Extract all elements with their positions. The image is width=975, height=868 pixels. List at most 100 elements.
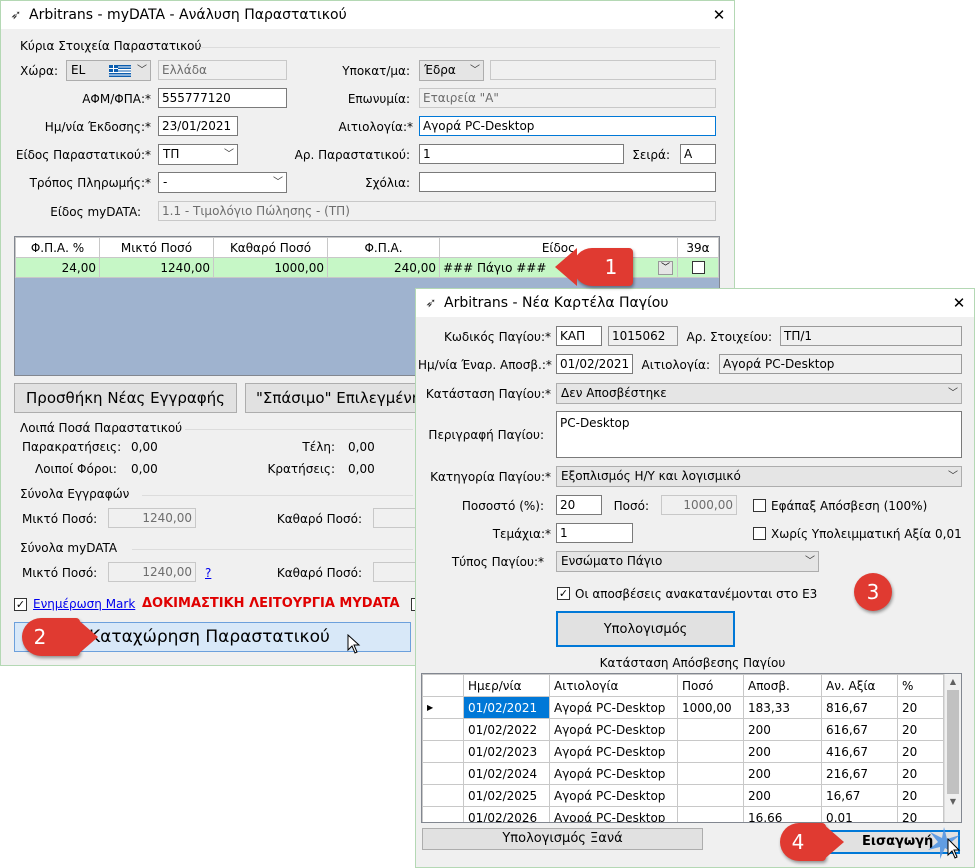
table-cell[interactable]: Αγορά PC-Desktop bbox=[549, 696, 678, 719]
asset-qty-input[interactable]: 1 bbox=[556, 523, 633, 543]
chevron-down-icon[interactable]: ﹀ bbox=[658, 261, 673, 275]
calculate-button[interactable]: Υπολογισμός bbox=[556, 611, 735, 647]
issue-date-input[interactable]: 23/01/2021 bbox=[158, 116, 238, 136]
net-label: Καθαρό Ποσό: bbox=[276, 512, 362, 526]
recalculate-button[interactable]: Υπολογισμός Ξανά bbox=[422, 828, 703, 850]
table-cell[interactable]: 200 bbox=[743, 718, 822, 741]
schedule-header[interactable]: Αν. Αξία bbox=[821, 674, 898, 697]
table-cell[interactable]: Αγορά PC-Desktop bbox=[549, 784, 678, 807]
table-row[interactable]: ▶ 01/02/2021 Αγορά PC-Desktop 1000,00 18… bbox=[422, 696, 944, 719]
table-cell[interactable]: 20 bbox=[897, 784, 944, 807]
scroll-up-icon[interactable]: ▲ bbox=[945, 674, 961, 690]
payment-select[interactable]: - ﹀ bbox=[158, 172, 287, 193]
asset-start-input[interactable]: 01/02/2021 bbox=[556, 354, 633, 374]
close-icon[interactable]: ✕ bbox=[944, 294, 974, 312]
table-cell[interactable]: 1000,00 bbox=[677, 696, 744, 719]
table-row[interactable]: 01/02/2026 Αγορά PC-Desktop 16,66 0,01 2… bbox=[422, 806, 944, 822]
grid-header[interactable]: Φ.Π.Α. bbox=[327, 237, 440, 258]
table-cell[interactable]: 01/02/2021 bbox=[463, 696, 550, 719]
asset-percent-input[interactable]: 20 bbox=[556, 495, 602, 515]
net-field-mydata bbox=[373, 562, 418, 582]
schedule-header[interactable]: Αιτιολογία bbox=[549, 674, 678, 697]
table-cell[interactable]: 16,67 bbox=[821, 784, 898, 807]
table-cell[interactable]: 01/02/2024 bbox=[463, 762, 550, 785]
table-cell[interactable] bbox=[677, 806, 744, 822]
table-row[interactable]: 01/02/2025 Αγορά PC-Desktop 200 16,67 20 bbox=[422, 784, 944, 807]
grid-header[interactable]: Φ.Π.Α. % bbox=[15, 237, 100, 258]
table-cell[interactable]: 20 bbox=[897, 718, 944, 741]
table-cell[interactable]: 616,67 bbox=[821, 718, 898, 741]
table-cell[interactable]: 183,33 bbox=[743, 696, 822, 719]
table-cell[interactable]: 01/02/2025 bbox=[463, 784, 550, 807]
checkbox-39a[interactable] bbox=[691, 260, 705, 274]
table-row[interactable]: 01/02/2022 Αγορά PC-Desktop 200 616,67 2… bbox=[422, 718, 944, 741]
table-cell[interactable]: 0,01 bbox=[821, 806, 898, 822]
table-cell[interactable]: 01/02/2026 bbox=[463, 806, 550, 822]
table-cell[interactable]: 01/02/2023 bbox=[463, 740, 550, 763]
table-cell[interactable]: 200 bbox=[743, 784, 822, 807]
table-cell[interactable]: 416,67 bbox=[821, 740, 898, 763]
table-cell[interactable]: 20 bbox=[897, 762, 944, 785]
grid-header[interactable]: Μικτό Ποσό bbox=[99, 237, 214, 258]
asset-desc-textarea[interactable]: PC-Desktop bbox=[556, 411, 962, 458]
table-cell[interactable]: 20 bbox=[897, 740, 944, 763]
table-row[interactable]: 01/02/2023 Αγορά PC-Desktop 200 416,67 2… bbox=[422, 740, 944, 763]
table-cell[interactable]: 20 bbox=[897, 806, 944, 822]
table-cell[interactable]: 16,66 bbox=[743, 806, 822, 822]
grid-cell[interactable]: 1000,00 bbox=[213, 257, 328, 278]
table-cell[interactable]: 216,67 bbox=[821, 762, 898, 785]
docnum-input[interactable]: 1 bbox=[419, 144, 624, 164]
table-cell[interactable]: 200 bbox=[743, 762, 822, 785]
add-row-button[interactable]: Προσθήκη Νέας Εγγραφής bbox=[14, 383, 237, 413]
table-cell[interactable]: 20 bbox=[897, 696, 944, 719]
schedule-header[interactable]: Ποσό bbox=[677, 674, 744, 697]
grid-cell[interactable]: 24,00 bbox=[15, 257, 100, 278]
table-cell[interactable]: 200 bbox=[743, 740, 822, 763]
vertical-scrollbar[interactable]: ▲ ▼ bbox=[944, 674, 961, 822]
one-time-depreciation-checkbox[interactable] bbox=[753, 499, 766, 512]
update-mark-link[interactable]: Ενημέρωση Mark bbox=[33, 597, 135, 611]
grid-header[interactable]: 39α bbox=[677, 237, 719, 258]
asset-status-select[interactable]: Δεν Αποσβέστηκε ﹀ bbox=[556, 383, 962, 404]
schedule-header[interactable]: Αποσβ. bbox=[743, 674, 822, 697]
split-row-button[interactable]: "Σπάσιμο" Επιλεγμένης bbox=[245, 383, 425, 413]
table-cell[interactable]: Αγορά PC-Desktop bbox=[549, 740, 678, 763]
branch-select[interactable]: Έδρα ﹀ bbox=[419, 60, 484, 81]
table-cell[interactable]: Αγορά PC-Desktop bbox=[549, 762, 678, 785]
reason-input[interactable]: Αγορά PC-Desktop bbox=[419, 116, 716, 136]
grid-cell[interactable]: 1240,00 bbox=[99, 257, 214, 278]
asset-code-prefix[interactable]: ΚΑΠ bbox=[556, 326, 602, 346]
table-cell[interactable]: 01/02/2022 bbox=[463, 718, 550, 741]
table-cell[interactable]: Αγορά PC-Desktop bbox=[549, 806, 678, 822]
no-residual-label: Χωρίς Υπολειμματική Αξία 0,01 bbox=[771, 527, 962, 541]
asset-reason-field: Αγορά PC-Desktop bbox=[719, 354, 962, 374]
table-row[interactable]: 01/02/2024 Αγορά PC-Desktop 200 216,67 2… bbox=[422, 762, 944, 785]
schedule-header[interactable]: % bbox=[897, 674, 944, 697]
update-mark-checkbox[interactable]: ✓ bbox=[14, 598, 27, 611]
redistribute-label: Οι αποσβέσεις ανακατανέμονται στο Ε3 bbox=[575, 587, 818, 601]
help-link[interactable]: ? bbox=[205, 566, 211, 580]
no-residual-checkbox[interactable] bbox=[753, 527, 766, 540]
asset-type-select[interactable]: Ενσώματο Πάγιο ﹀ bbox=[556, 551, 819, 572]
table-cell[interactable] bbox=[677, 784, 744, 807]
scrollbar-thumb[interactable] bbox=[947, 690, 959, 794]
table-cell[interactable] bbox=[677, 718, 744, 741]
table-cell[interactable] bbox=[677, 762, 744, 785]
notes-input[interactable] bbox=[419, 172, 716, 192]
redistribute-checkbox[interactable]: ✓ bbox=[557, 587, 570, 600]
depreciation-schedule-grid[interactable]: Ημερ/νία Αιτιολογία Ποσό Αποσβ. Αν. Αξία… bbox=[421, 673, 962, 823]
country-select[interactable]: EL ﹀ bbox=[66, 60, 151, 81]
grid-cell[interactable]: 240,00 bbox=[327, 257, 440, 278]
close-icon[interactable]: ✕ bbox=[704, 6, 734, 24]
doctype-select[interactable]: ΤΠ ﹀ bbox=[158, 144, 238, 165]
table-cell[interactable] bbox=[677, 740, 744, 763]
scroll-down-icon[interactable]: ▼ bbox=[945, 794, 961, 810]
series-input[interactable]: Α bbox=[680, 144, 716, 164]
table-cell[interactable]: Αγορά PC-Desktop bbox=[549, 718, 678, 741]
vat-input[interactable]: 555777120 bbox=[158, 88, 287, 108]
table-cell[interactable]: 816,67 bbox=[821, 696, 898, 719]
asset-category-select[interactable]: Εξοπλισμός Η/Υ και λογισμικό ﹀ bbox=[556, 466, 962, 487]
grid-header[interactable]: Καθαρό Ποσό bbox=[213, 237, 328, 258]
grid-cell-39a[interactable] bbox=[677, 257, 719, 278]
schedule-header[interactable]: Ημερ/νία bbox=[463, 674, 550, 697]
